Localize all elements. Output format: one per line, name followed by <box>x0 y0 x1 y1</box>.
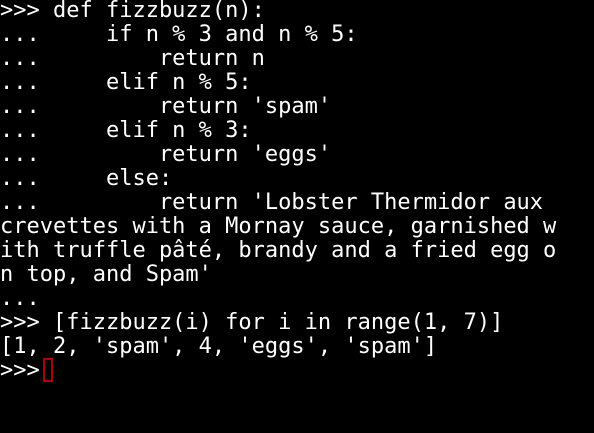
terminal-line: ... return 'eggs' <box>0 142 332 167</box>
terminal-line: crevettes with a Mornay sauce, garnished… <box>0 214 557 239</box>
terminal-line: ... <box>0 286 40 311</box>
terminal-line: ... return 'spam' <box>0 94 332 119</box>
prompt-line[interactable]: >>> <box>0 357 594 384</box>
terminal-line: ... elif n % 3: <box>0 118 252 143</box>
terminal-line: ... return n <box>0 46 265 71</box>
terminal-line: ith truffle pâté, brandy and a fried egg… <box>0 238 557 263</box>
prompt-text: >>> <box>0 358 40 383</box>
terminal-line: ... elif n % 5: <box>0 70 252 95</box>
terminal-line: ... if n % 3 and n % 5: <box>0 22 358 47</box>
terminal-line: >>> [fizzbuzz(i) for i in range(1, 7)] <box>0 310 504 335</box>
terminal-line: [1, 2, 'spam', 4, 'eggs', 'spam'] <box>0 334 438 359</box>
text-cursor[interactable] <box>42 358 53 382</box>
terminal-line: ... return 'Lobster Thermidor aux <box>0 190 544 215</box>
terminal-line: ... else: <box>0 166 173 191</box>
terminal-line: n top, and Spam' <box>0 262 212 287</box>
python-repl-terminal[interactable]: >>> def fizzbuzz(n): ... if n % 3 and n … <box>0 0 594 433</box>
